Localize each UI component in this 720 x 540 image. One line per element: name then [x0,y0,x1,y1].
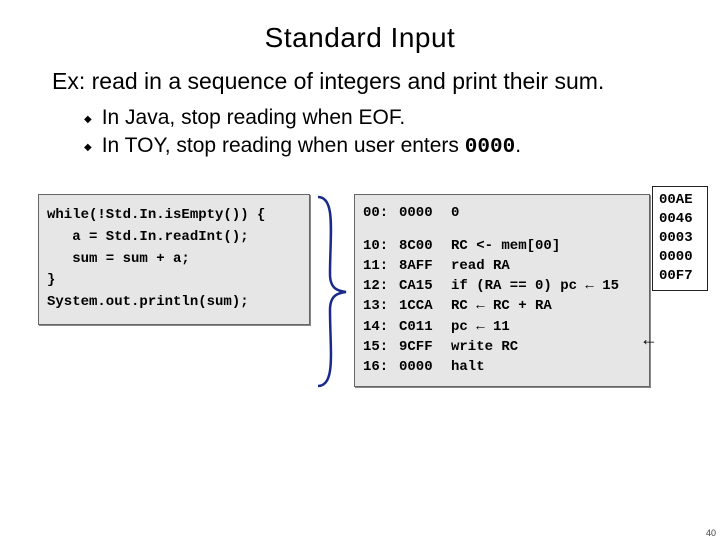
java-line: sum = sum + a; [47,251,190,267]
toy-row: 15: 9CFF write RC [363,337,643,357]
page-number: 40 [706,528,716,538]
toy-addr: 16: [363,357,399,377]
bullet-list: ◆ In Java, stop reading when EOF. ◆ In T… [84,104,686,163]
content-area: while(!Std.In.isEmpty()) { a = Std.In.re… [34,188,686,408]
arrow-icon: ← [640,329,658,350]
toy-addr: 15: [363,337,399,357]
toy-val: 1CCA [399,296,451,316]
input-value: 00F7 [659,267,701,286]
toy-comment: RC ← RC + RA [451,296,643,316]
toy-addr: 10: [363,236,399,256]
java-line: } [47,272,55,288]
curly-brace-icon [312,194,360,389]
toy-row: 12: CA15 if (RA == 0) pc ← 15 [363,276,643,296]
toy-val: C011 [399,317,451,337]
toy-addr: 13: [363,296,399,316]
toy-addr: 00: [363,203,399,223]
bullet-text: In TOY, stop reading when user enters 00… [102,132,521,162]
toy-comment: read RA [451,256,643,276]
toy-val: CA15 [399,276,451,296]
toy-row: 11: 8AFF read RA [363,256,643,276]
toy-addr: 14: [363,317,399,337]
java-line: while(!Std.In.isEmpty()) { [47,207,265,223]
bullet-item: ◆ In Java, stop reading when EOF. [84,104,686,132]
toy-comment: halt [451,357,643,377]
toy-comment: if (RA == 0) pc ← 15 [451,276,643,296]
java-line: System.out.println(sum); [47,294,249,310]
toy-val: 8C00 [399,236,451,256]
toy-row: 00: 0000 0 [363,203,643,223]
toy-row: 14: C011 pc ← 11 [363,317,643,337]
toy-addr: 12: [363,276,399,296]
java-line: a = Std.In.readInt(); [47,229,249,245]
toy-row: 13: 1CCA RC ← RC + RA [363,296,643,316]
bullet-item: ◆ In TOY, stop reading when user enters … [84,132,686,162]
toy-comment: RC <- mem[00] [451,236,643,256]
toy-row: 10: 8C00 RC <- mem[00] [363,236,643,256]
java-code-box: while(!Std.In.isEmpty()) { a = Std.In.re… [38,194,310,324]
toy-val: 8AFF [399,256,451,276]
bullet-text: In Java, stop reading when EOF. [102,104,406,132]
slide: Standard Input Ex: read in a sequence of… [0,0,720,540]
toy-comment: 0 [451,203,643,223]
bullet-glyph: ◆ [84,113,92,127]
toy-comment: pc ← 11 [451,317,643,337]
toy-val: 0000 [399,203,451,223]
toy-val: 9CFF [399,337,451,357]
toy-addr: 11: [363,256,399,276]
bullet-glyph: ◆ [84,141,92,155]
input-value: 0000 [659,248,701,267]
input-value: 0003 [659,229,701,248]
toy-row: 16: 0000 halt [363,357,643,377]
example-heading: Ex: read in a sequence of integers and p… [52,68,686,96]
input-data-box: 00AE 0046 0003 0000 00F7 [652,186,708,290]
slide-title: Standard Input [34,22,686,54]
toy-code-box: 00: 0000 0 10: 8C00 RC <- mem[00] 11: 8A… [354,194,650,386]
toy-comment: write RC [451,337,643,357]
toy-val: 0000 [399,357,451,377]
input-value: 0046 [659,210,701,229]
input-value: 00AE [659,191,701,210]
